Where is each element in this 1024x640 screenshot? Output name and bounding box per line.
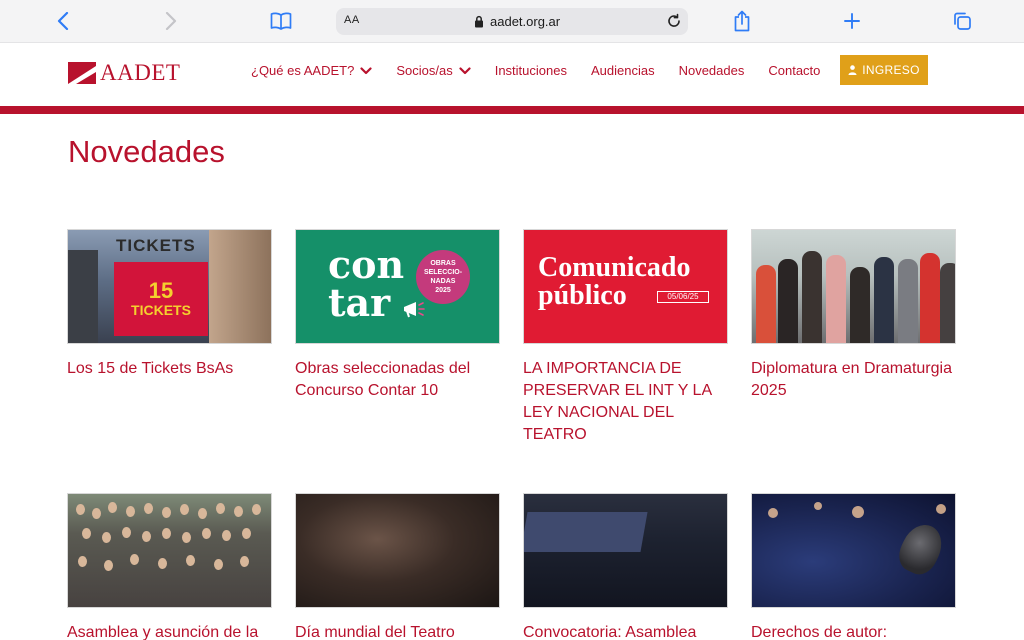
news-thumbnail[interactable] (67, 493, 272, 608)
nav-item-que-es-aadet[interactable]: ¿Qué es AADET? (251, 63, 372, 78)
news-thumbnail[interactable]: con tar OBRAS SELECCIO- NADAS 2025 (295, 229, 500, 344)
thumb-word: TICKETS (131, 302, 191, 318)
thumb-word: con tar (328, 242, 405, 325)
thumb-screen: 15 TICKETS (114, 262, 208, 336)
nav-item-label: ¿Qué es AADET? (251, 63, 355, 78)
nav-item-label: Instituciones (494, 63, 567, 78)
header-divider (0, 106, 1024, 114)
site-header: AADET ¿Qué es AADET? Socios/as Instituci… (0, 43, 1024, 106)
logo-mark-icon (68, 62, 96, 84)
news-card[interactable]: Diplomatura en Dramaturgia 2025 (751, 229, 956, 402)
nav-item-contacto[interactable]: Contacto (768, 63, 820, 78)
thumb-line1: Comunicado (538, 252, 691, 283)
login-label: INGRESO (862, 63, 920, 77)
bookmarks-icon[interactable] (268, 8, 294, 34)
nav-item-label: Novedades (678, 63, 745, 78)
thumb-line2: público (538, 280, 627, 311)
share-icon[interactable] (730, 8, 754, 34)
news-card-title[interactable]: Obras seleccionadas del Concurso Contar … (295, 358, 500, 402)
thumb-number: 15 (148, 278, 174, 303)
lock-icon (474, 15, 484, 33)
news-card[interactable]: con tar OBRAS SELECCIO- NADAS 2025 Obras… (295, 229, 500, 402)
nav-item-audiencias[interactable]: Audiencias (591, 63, 655, 78)
tabs-overview-icon[interactable] (950, 8, 974, 34)
thumb-sign-text: TICKETS (116, 236, 196, 255)
badge-line: OBRAS (430, 260, 456, 267)
news-card-title[interactable]: Convocatoria: Asamblea (523, 622, 728, 640)
nav-item-instituciones[interactable]: Instituciones (495, 63, 567, 78)
nav-item-novedades[interactable]: Novedades (679, 63, 745, 78)
text-size-button[interactable]: AA (344, 14, 360, 26)
nav-item-label: Socios/as (396, 63, 453, 78)
news-card[interactable]: Derechos de autor: (751, 493, 956, 640)
news-card-title[interactable]: Día mundial del Teatro (295, 622, 500, 640)
news-thumbnail[interactable] (751, 229, 956, 344)
site-logo[interactable]: AADET (68, 60, 181, 85)
forward-icon[interactable] (160, 8, 182, 34)
news-thumbnail[interactable]: Comunicado público 05/06/25 (523, 229, 728, 344)
nav-item-label: Contacto (768, 63, 821, 78)
news-card[interactable]: Día mundial del Teatro (295, 493, 500, 640)
back-icon[interactable] (52, 8, 74, 34)
news-card[interactable]: Convocatoria: Asamblea (523, 493, 728, 640)
main-nav: ¿Qué es AADET? Socios/as Instituciones A… (251, 63, 844, 78)
news-card[interactable]: Asamblea y asunción de la (67, 493, 272, 640)
url-text: aadet.org.ar (490, 14, 561, 29)
news-card-title[interactable]: Derechos de autor: (751, 622, 956, 640)
logo-text: AADET (100, 60, 181, 85)
login-button[interactable]: INGRESO (840, 55, 928, 85)
page-title: Novedades (68, 134, 225, 169)
nav-item-label: Audiencias (590, 63, 655, 78)
news-thumbnail[interactable] (751, 493, 956, 608)
user-icon (848, 65, 857, 75)
thumb-date: 05/06/25 (657, 291, 709, 303)
thumb-badge: OBRAS SELECCIO- NADAS 2025 (416, 250, 470, 304)
news-thumbnail[interactable]: TICKETS 15 TICKETS (67, 229, 272, 344)
chevron-down-icon (360, 66, 372, 74)
megaphone-icon (404, 302, 425, 318)
reload-icon[interactable] (666, 13, 682, 34)
news-card[interactable]: Comunicado público 05/06/25 LA IMPORTANC… (523, 229, 728, 446)
nav-item-socios[interactable]: Socios/as (396, 63, 471, 78)
badge-line: SELECCIO- (423, 269, 463, 276)
news-card-title[interactable]: Diplomatura en Dramaturgia 2025 (751, 358, 956, 402)
chevron-down-icon (459, 66, 471, 74)
news-card-title[interactable]: Los 15 de Tickets BsAs (67, 358, 272, 380)
news-card-title[interactable]: Asamblea y asunción de la (67, 622, 272, 640)
microphone-icon (893, 518, 949, 580)
badge-line: 2025 (435, 287, 451, 294)
address-bar[interactable]: AA aadet.org.ar (336, 8, 688, 35)
news-thumbnail[interactable] (523, 493, 728, 608)
browser-toolbar: AA aadet.org.ar (0, 0, 1024, 43)
badge-line: NADAS (430, 278, 456, 285)
new-tab-icon[interactable] (840, 8, 864, 34)
news-card[interactable]: TICKETS 15 TICKETS Los 15 de Tickets BsA… (67, 229, 272, 380)
news-thumbnail[interactable] (295, 493, 500, 608)
news-card-title[interactable]: LA IMPORTANCIA DE PRESERVAR EL INT Y LA … (523, 358, 728, 446)
